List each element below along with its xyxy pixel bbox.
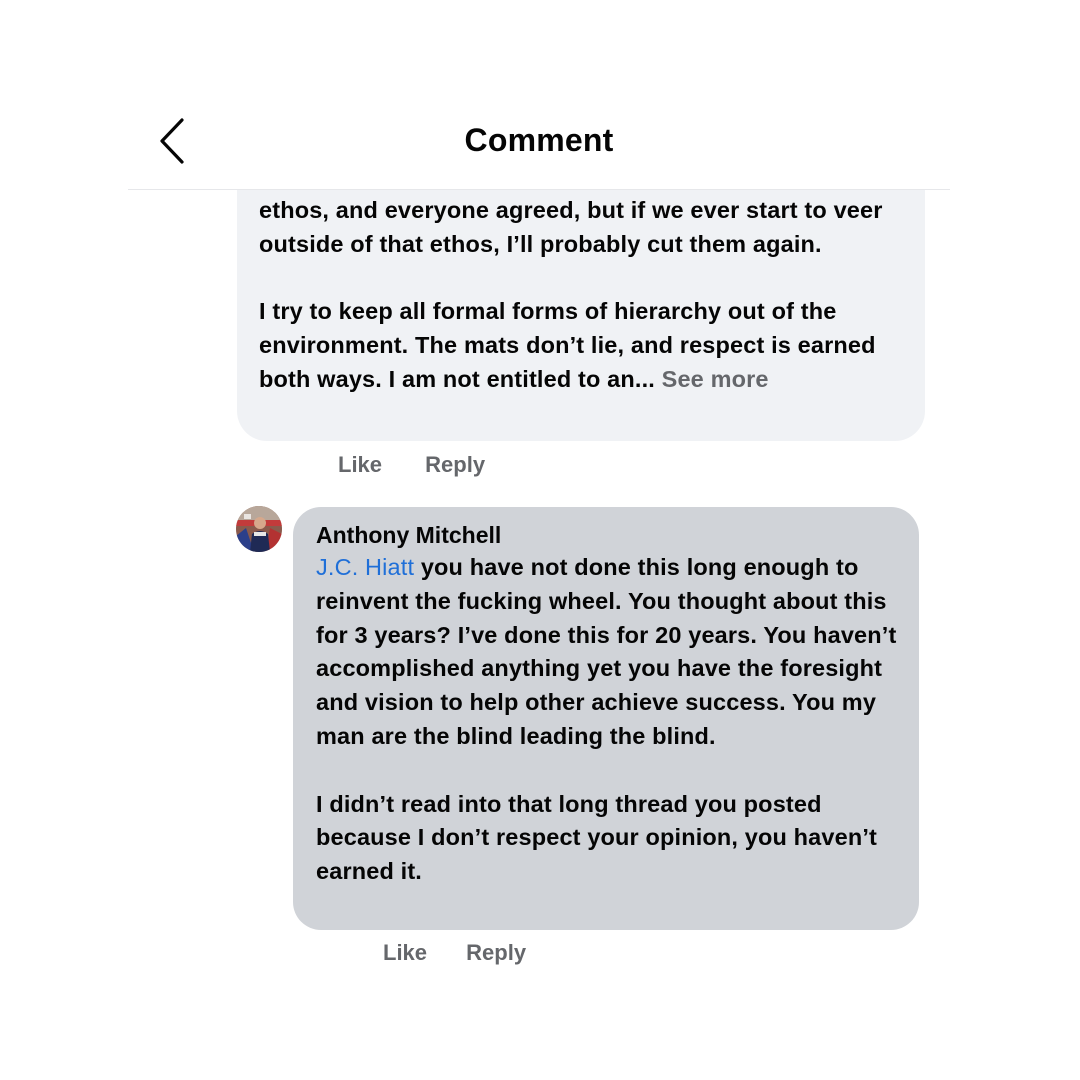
comment-thread[interactable]: ethos, and everyone agreed, but if we ev… bbox=[128, 190, 950, 1080]
mention-link[interactable]: J.C. Hiatt bbox=[316, 554, 414, 580]
comment-actions: Like Reply bbox=[338, 452, 485, 478]
comment-actions: Like Reply bbox=[383, 940, 526, 966]
comment-paragraph: I try to keep all formal forms of hierar… bbox=[259, 298, 876, 392]
header-bar: Comment bbox=[128, 92, 950, 190]
comment-text: J.C. Hiatt you have not done this long e… bbox=[316, 551, 899, 889]
avatar[interactable] bbox=[236, 506, 282, 552]
comment-screen: Comment ethos, and everyone agreed, but … bbox=[0, 0, 1080, 1080]
like-button[interactable]: Like bbox=[383, 940, 427, 966]
see-more-link[interactable]: See more bbox=[662, 366, 769, 392]
comment-paragraph: ethos, and everyone agreed, but if we ev… bbox=[259, 197, 883, 257]
page-title: Comment bbox=[464, 122, 614, 158]
comment-text: ethos, and everyone agreed, but if we ev… bbox=[259, 194, 903, 397]
comment-author[interactable]: Anthony Mitchell bbox=[316, 521, 501, 549]
like-button[interactable]: Like bbox=[338, 452, 382, 478]
reply-button[interactable]: Reply bbox=[466, 940, 526, 966]
avatar-image bbox=[236, 506, 282, 552]
comment-paragraph-text: you have not done this long enough to re… bbox=[316, 554, 897, 749]
comment-bubble: ethos, and everyone agreed, but if we ev… bbox=[237, 190, 925, 441]
comment-paragraph: J.C. Hiatt you have not done this long e… bbox=[316, 551, 899, 754]
comment-paragraph: I didn’t read into that long thread you … bbox=[316, 790, 877, 885]
reply-button[interactable]: Reply bbox=[425, 452, 485, 478]
comment-bubble: Anthony Mitchell J.C. Hiatt you have not… bbox=[293, 507, 919, 930]
